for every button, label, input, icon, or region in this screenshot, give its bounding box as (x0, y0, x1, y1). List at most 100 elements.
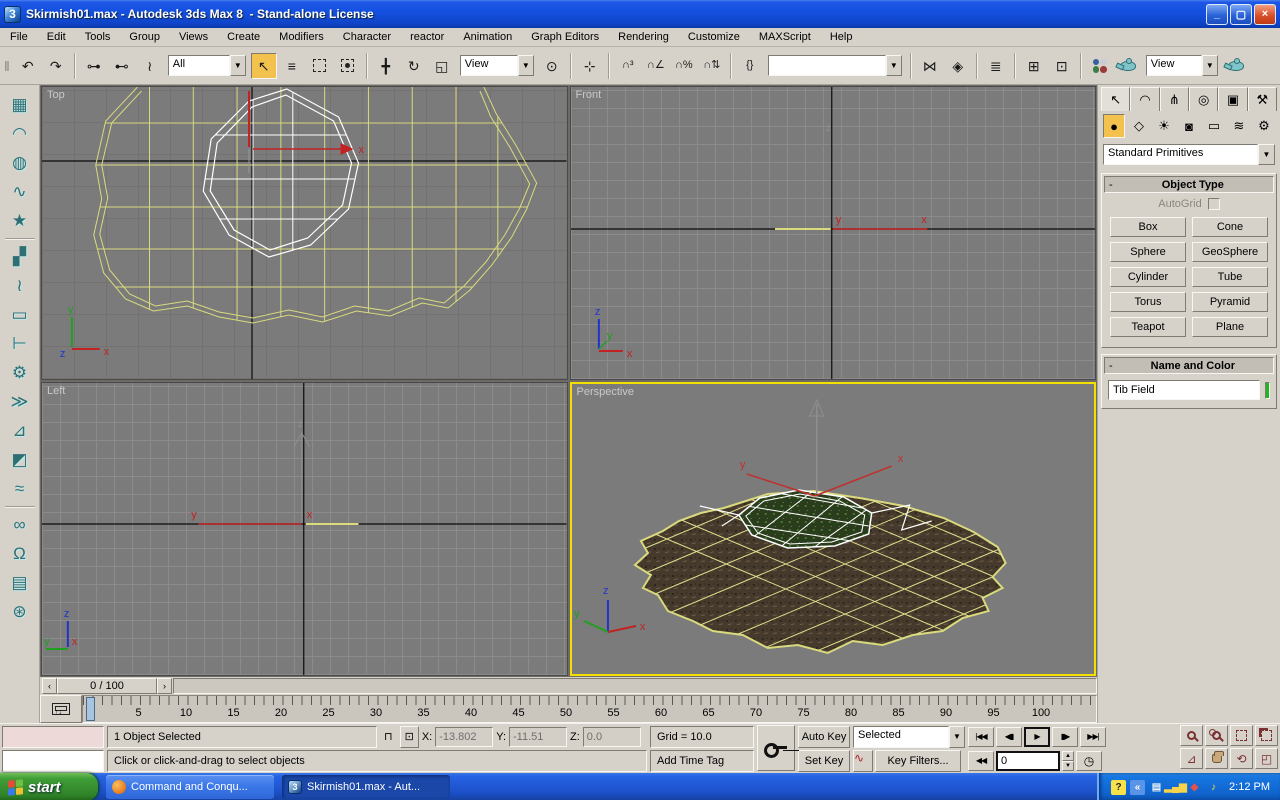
select-and-scale-button[interactable]: ◱ (429, 53, 455, 79)
name-and-color-rollout-header[interactable]: - Name and Color (1104, 357, 1274, 374)
angle-snap-toggle-button[interactable]: ∩∠ (643, 53, 669, 79)
subcat-shapes[interactable]: ◇ (1128, 114, 1150, 138)
menu-animation[interactable]: Animation (461, 30, 514, 44)
spinner-down-icon[interactable]: ▼ (1062, 761, 1074, 771)
curve-editor-button[interactable]: ⊞ (1021, 53, 1047, 79)
menu-character[interactable]: Character (341, 30, 393, 44)
menu-maxscript[interactable]: MAXScript (757, 30, 813, 44)
key-filters-button[interactable]: Key Filters... (875, 750, 961, 772)
constraint-solver-button[interactable]: ⊛ (6, 598, 34, 626)
tab-modify[interactable]: ◠ (1130, 87, 1159, 111)
viewport-perspective[interactable]: Perspective (570, 382, 1097, 676)
render-scene-button[interactable] (1115, 53, 1141, 79)
chevron-down-icon[interactable]: ▼ (1258, 144, 1275, 165)
time-slider-handle[interactable]: 0 / 100 (57, 678, 157, 694)
rigid-body-collection-button[interactable]: ▦ (6, 91, 34, 119)
chevron-down-icon[interactable]: ▼ (1202, 55, 1218, 76)
menu-graph-editors[interactable]: Graph Editors (529, 30, 601, 44)
viewport-left-label[interactable]: Left (47, 385, 65, 397)
menu-views[interactable]: Views (177, 30, 210, 44)
object-type-cylinder-button[interactable]: Cylinder (1110, 267, 1186, 287)
object-type-rollout-header[interactable]: - Object Type (1104, 176, 1274, 193)
layer-manager-button[interactable]: ≣ (983, 53, 1009, 79)
chevron-down-icon[interactable]: ▼ (230, 55, 246, 76)
time-configuration-button[interactable]: ◷ (1076, 751, 1102, 771)
soft-body-collection-button[interactable]: ◍ (6, 149, 34, 177)
spinner-up-icon[interactable]: ▲ (1062, 751, 1074, 761)
tweety-tray-icon[interactable]: ♪ (1206, 780, 1221, 795)
tab-hierarchy[interactable]: ⋔ (1160, 87, 1189, 111)
help-alert-tray-icon[interactable]: ? (1111, 780, 1126, 795)
tab-create[interactable]: ↖ (1101, 87, 1130, 111)
tab-utilities[interactable]: ⚒ (1248, 87, 1277, 111)
track-bar-ruler[interactable]: 0510152025303540455055606570758085909510… (82, 695, 1097, 723)
time-slider-next-button[interactable]: › (157, 678, 172, 694)
zoom-extents-all-button[interactable] (1255, 725, 1278, 746)
subcat-space-warps[interactable]: ≋ (1228, 114, 1250, 138)
object-color-swatch[interactable] (1265, 382, 1270, 399)
subcat-geometry[interactable]: ● (1103, 114, 1125, 138)
absolute-offset-toggle[interactable]: ⊡ (400, 726, 419, 748)
align-button[interactable]: ◈ (945, 53, 971, 79)
menu-create[interactable]: Create (225, 30, 262, 44)
menu-customize[interactable]: Customize (686, 30, 742, 44)
stairs-button[interactable]: ▤ (6, 569, 34, 597)
viewport-front-label[interactable]: Front (576, 89, 602, 101)
previous-frame-button[interactable]: ◀▮ (996, 727, 1022, 747)
gmail-notifier-tray-icon[interactable]: ◆ (1187, 780, 1202, 795)
schematic-view-button[interactable]: ⊡ (1049, 53, 1075, 79)
default-in-out-tangent-button[interactable]: ∿ (853, 750, 873, 772)
remote-session-tray-icon[interactable]: ▤ (1149, 780, 1164, 795)
go-to-start-button[interactable]: |◀◀ (968, 727, 994, 747)
viewport-front[interactable]: Front z y x z y (570, 86, 1097, 380)
open-mini-curve-editor-button[interactable] (40, 695, 82, 723)
window-crossing-button[interactable] (335, 53, 361, 79)
material-editor-button[interactable] (1087, 53, 1113, 79)
object-type-teapot-button[interactable]: Teapot (1110, 317, 1186, 337)
close-button[interactable]: × (1254, 4, 1276, 25)
select-and-move-button[interactable]: ╋ (373, 53, 399, 79)
category-dropdown[interactable]: Standard Primitives ▼ (1103, 144, 1275, 165)
subcat-cameras[interactable]: ◙ (1178, 114, 1200, 138)
object-type-box-button[interactable]: Box (1110, 217, 1186, 237)
set-keys-button[interactable] (757, 725, 795, 771)
zoom-button[interactable] (1180, 725, 1203, 746)
selection-lock-toggle[interactable]: ⊓ (380, 726, 397, 748)
spring-button[interactable]: ≀ (6, 272, 34, 300)
current-frame-field[interactable] (996, 751, 1060, 771)
pan-button[interactable] (1205, 748, 1228, 769)
wind-button[interactable]: ≫ (6, 388, 34, 416)
min-max-toggle-button[interactable]: ◰ (1255, 748, 1278, 769)
rope-collection-button[interactable]: ∿ (6, 178, 34, 206)
object-type-plane-button[interactable]: Plane (1192, 317, 1268, 337)
add-time-tag[interactable]: Add Time Tag (650, 750, 754, 772)
menu-modifiers[interactable]: Modifiers (277, 30, 326, 44)
task-command-and-conqu[interactable]: Command and Conqu... (106, 775, 274, 799)
hide-icons-chevron-icon[interactable]: « (1130, 780, 1145, 795)
joint-button[interactable]: ⊢ (6, 330, 34, 358)
arc-rotate-button[interactable]: ⟲ (1230, 748, 1253, 769)
subcat-systems[interactable]: ⚙ (1253, 114, 1275, 138)
selection-set-dropdown[interactable]: Selected ▼ (853, 726, 965, 748)
rectangular-selection-region-button[interactable] (307, 53, 333, 79)
start-button[interactable]: start (0, 773, 98, 800)
tab-motion[interactable]: ◎ (1189, 87, 1218, 111)
menu-reactor[interactable]: reactor (408, 30, 446, 44)
current-frame-marker[interactable] (86, 697, 95, 721)
selection-filter-dropdown[interactable]: All▼ (168, 55, 246, 76)
snap-toggle-button[interactable]: ∩³ (615, 53, 641, 79)
named-selection-sets-button[interactable]: {} (737, 53, 763, 79)
object-type-cone-button[interactable]: Cone (1192, 217, 1268, 237)
field-of-view-button[interactable]: ⊿ (1180, 748, 1203, 769)
z-coord-field[interactable] (583, 727, 641, 747)
menu-edit[interactable]: Edit (45, 30, 68, 44)
deforming-mesh-collection-button[interactable]: ★ (6, 207, 34, 235)
fracture-button[interactable]: ◩ (6, 446, 34, 474)
minimize-button[interactable]: _ (1206, 4, 1228, 25)
object-type-sphere-button[interactable]: Sphere (1110, 242, 1186, 262)
bind-to-space-warp-button[interactable]: ≀ (137, 53, 163, 79)
use-pivot-point-center-button[interactable]: ⊙ (539, 53, 565, 79)
select-object-button[interactable]: ↖ (251, 53, 277, 79)
go-to-end-button[interactable]: ▶▶| (1080, 727, 1106, 747)
quick-render-button[interactable] (1223, 53, 1249, 79)
